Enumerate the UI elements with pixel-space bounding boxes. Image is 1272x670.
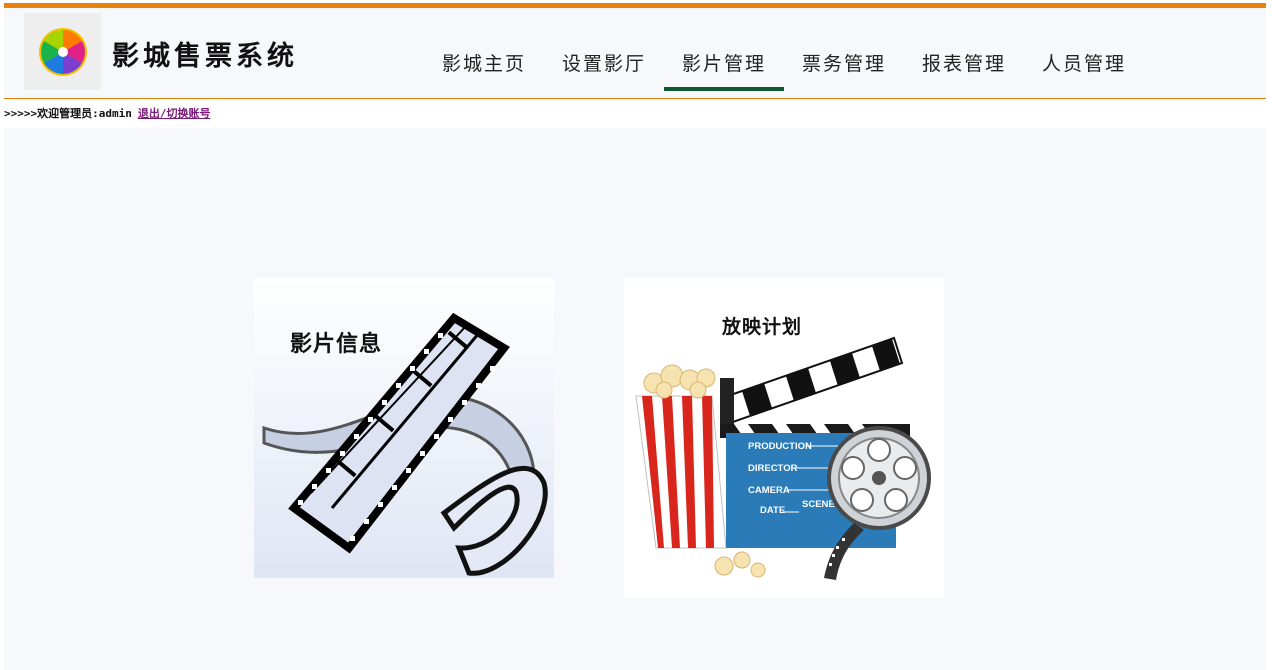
welcome-text: >>>>>欢迎管理员:admin xyxy=(4,107,132,120)
nav-item-report-management[interactable]: 报表管理 xyxy=(904,8,1024,98)
schedule-label: 放映计划 xyxy=(722,316,803,338)
color-wheel-icon xyxy=(38,27,87,76)
clap-line-date: DATE xyxy=(760,505,785,516)
header: 影城售票系统 影城主页 设置影厅 影片管理 票务管理 报表管理 人员管理 xyxy=(4,8,1266,99)
logo[interactable] xyxy=(24,13,101,90)
welcome-bar: >>>>>欢迎管理员:admin 退出/切换账号 xyxy=(4,105,210,121)
main-nav: 影城主页 设置影厅 影片管理 票务管理 报表管理 人员管理 xyxy=(424,8,1144,98)
nav-item-home[interactable]: 影城主页 xyxy=(424,8,544,98)
nav-item-hall-settings[interactable]: 设置影厅 xyxy=(544,8,664,98)
clap-line-production: PRODUCTION xyxy=(748,441,812,452)
film-info-label: 影片信息 xyxy=(290,331,383,357)
nav-item-staff-management[interactable]: 人员管理 xyxy=(1024,8,1144,98)
main-content: 影片信息 PRODUCTION DIRECTOR CAMERA DATE SCE… xyxy=(4,128,1266,670)
film-info-card[interactable]: 影片信息 xyxy=(254,278,554,578)
clap-line-director: DIRECTOR xyxy=(748,463,798,474)
logout-link[interactable]: 退出/切换账号 xyxy=(138,107,211,120)
nav-item-film-management[interactable]: 影片管理 xyxy=(664,8,784,98)
clap-line-camera: CAMERA xyxy=(748,485,790,496)
clap-line-scene: SCENE xyxy=(802,499,835,510)
nav-item-ticket-management[interactable]: 票务管理 xyxy=(784,8,904,98)
app-title: 影城售票系统 xyxy=(112,41,298,72)
film-strip-icon xyxy=(254,278,554,578)
schedule-card[interactable]: PRODUCTION DIRECTOR CAMERA DATE SCENE 放映… xyxy=(624,278,944,598)
